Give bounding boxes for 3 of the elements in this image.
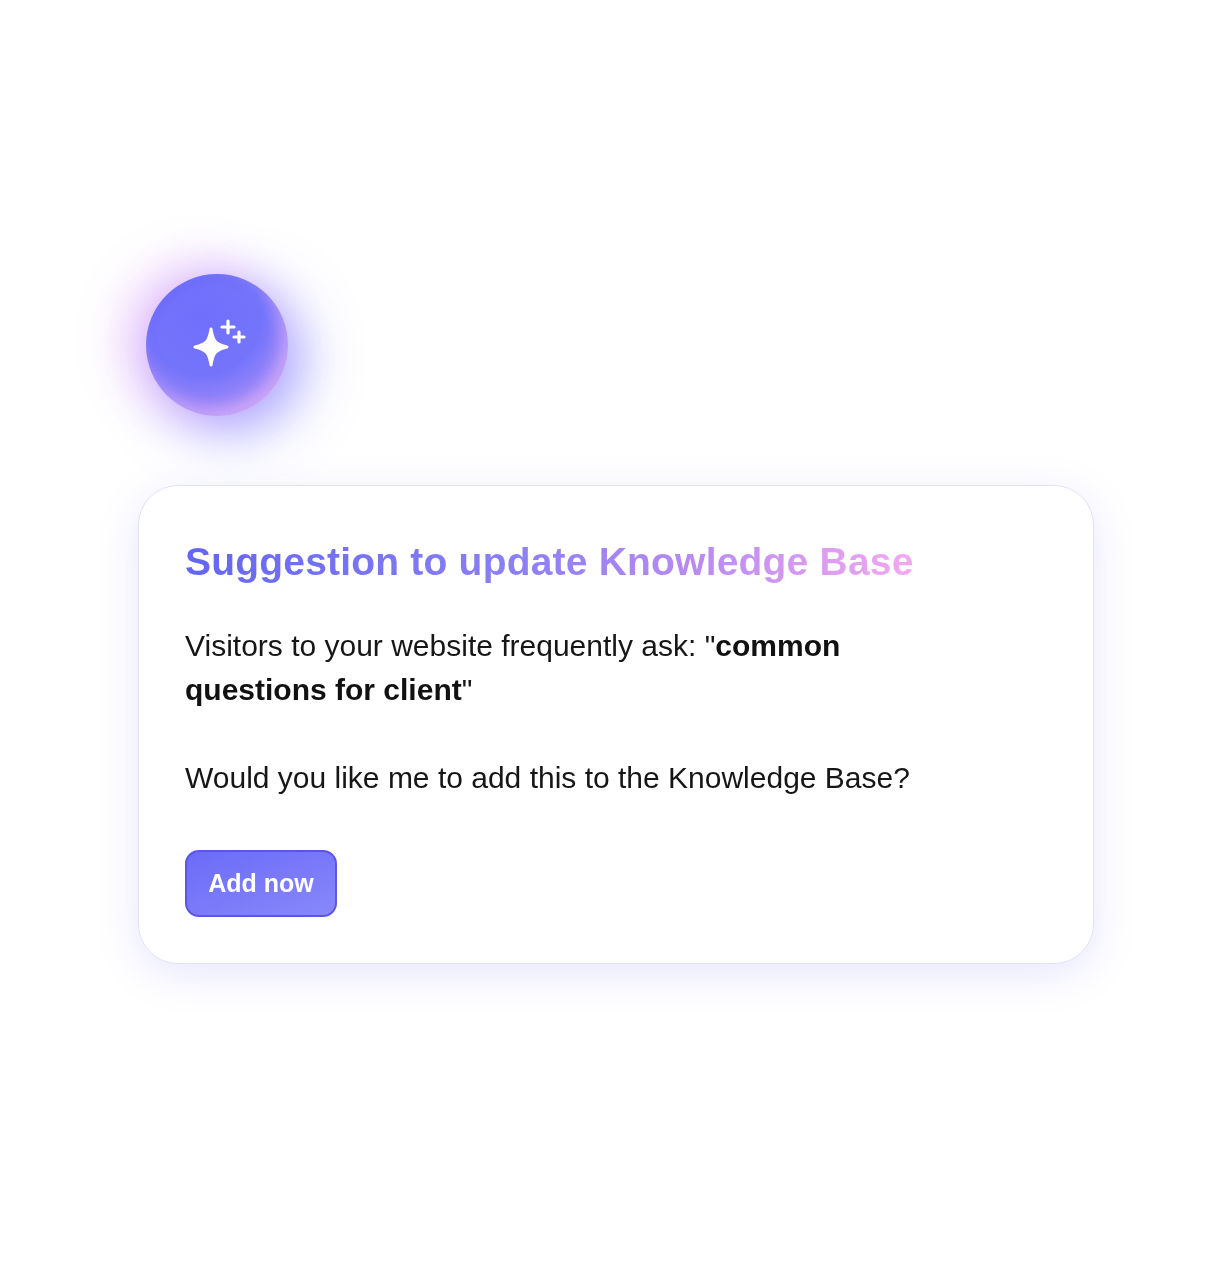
message-text: Visitors to your website frequently ask: "common questions for client": [185, 628, 842, 708]
add-now-button[interactable]: Add now: [185, 850, 337, 917]
question-text: Would you like me to add this to the Knowledge Base?: [185, 760, 910, 796]
